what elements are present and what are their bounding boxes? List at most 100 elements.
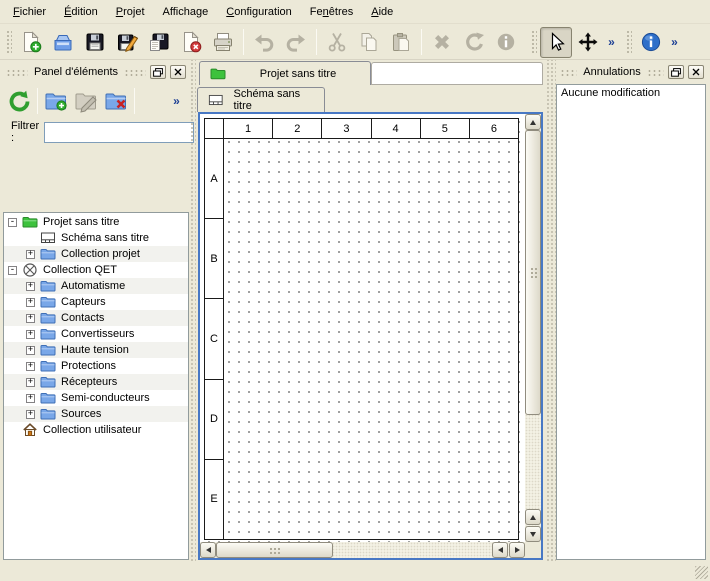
menu-edition[interactable]: Édition <box>55 2 107 22</box>
menu-fichier[interactable]: Fichier <box>4 2 55 22</box>
select-mode-button[interactable] <box>540 27 572 58</box>
reload-collections-button[interactable] <box>4 86 34 116</box>
window-resize-grip[interactable] <box>695 566 708 579</box>
tree-item-capteurs[interactable]: + Capteurs <box>4 294 188 310</box>
tree-item-collection-projet[interactable]: + Collection projet <box>4 246 188 262</box>
toolbar-drag-handle[interactable] <box>625 29 632 55</box>
undo-icon <box>253 31 275 53</box>
vertical-scrollbar[interactable] <box>525 114 541 542</box>
scroll-down-button[interactable] <box>525 526 541 542</box>
grid-column-header: 5 <box>421 119 470 138</box>
expander-collapsed-icon[interactable]: + <box>26 330 35 339</box>
arrow-up-icon <box>530 120 536 125</box>
tree-item-contacts[interactable]: + Contacts <box>4 310 188 326</box>
cut-button[interactable] <box>321 27 353 58</box>
edit-category-button[interactable] <box>71 86 101 116</box>
expander-collapsed-icon[interactable]: + <box>26 394 35 403</box>
project-tab-label: Projet sans titre <box>236 68 360 80</box>
undo-panel-header[interactable]: Annulations <box>558 62 706 82</box>
information-button[interactable] <box>635 27 667 58</box>
print-button[interactable] <box>207 27 239 58</box>
undo-history-list[interactable]: Aucune modification <box>556 84 706 560</box>
close-file-button[interactable] <box>175 27 207 58</box>
copy-button[interactable] <box>353 27 385 58</box>
undo-list-item[interactable]: Aucune modification <box>557 85 705 101</box>
toolbar-drag-handle[interactable] <box>5 29 12 55</box>
undo-button[interactable] <box>248 27 280 58</box>
schema-canvas[interactable]: 1 2 3 4 5 6 A B C D E <box>200 114 525 542</box>
close-icon <box>174 68 182 76</box>
right-splitter-handle[interactable] <box>545 60 556 561</box>
new-project-button[interactable] <box>15 27 47 58</box>
tree-item-collection-utilisateur[interactable]: Collection utilisateur <box>4 422 188 438</box>
tree-item-haute-tension[interactable]: + Haute tension <box>4 342 188 358</box>
scroll-left-button[interactable] <box>200 542 216 558</box>
tree-item-collection-qet[interactable]: - Collection QET <box>4 262 188 278</box>
panel-overflow-chevron[interactable]: » <box>169 87 184 115</box>
open-project-button[interactable] <box>47 27 79 58</box>
grid-column-header: 6 <box>470 119 518 138</box>
dock-close-button[interactable] <box>170 65 186 79</box>
toolbar-overflow-chevron[interactable]: » <box>667 28 682 56</box>
new-category-button[interactable] <box>41 86 71 116</box>
menu-fenetres[interactable]: Fenêtres <box>301 2 362 22</box>
grid-column-header: 4 <box>372 119 421 138</box>
horizontal-scrollbar-thumb[interactable] <box>216 542 333 558</box>
left-splitter-handle[interactable] <box>189 60 196 561</box>
tree-item-convertisseurs[interactable]: + Convertisseurs <box>4 326 188 342</box>
tree-item-recepteurs[interactable]: + Récepteurs <box>4 374 188 390</box>
expander-collapsed-icon[interactable]: + <box>26 282 35 291</box>
paste-button[interactable] <box>385 27 417 58</box>
menu-projet[interactable]: Projet <box>107 2 154 22</box>
expander-expanded-icon[interactable]: - <box>8 266 17 275</box>
folder-icon <box>40 294 56 310</box>
properties-button[interactable] <box>490 27 522 58</box>
expander-collapsed-icon[interactable]: + <box>26 298 35 307</box>
elements-tree[interactable]: - Projet sans titre Schéma sans titre + … <box>3 212 189 560</box>
tree-item-semi-conducteurs[interactable]: + Semi-conducteurs <box>4 390 188 406</box>
elements-panel-header[interactable]: Panel d'éléments <box>4 62 188 82</box>
save-button[interactable] <box>79 27 111 58</box>
expander-collapsed-icon[interactable]: + <box>26 314 35 323</box>
cursor-arrow-icon <box>545 31 567 53</box>
delete-button[interactable] <box>426 27 458 58</box>
tab-schema-sans-titre[interactable]: Schéma sans titre <box>197 87 325 112</box>
menu-configuration[interactable]: Configuration <box>217 2 301 22</box>
folder-edit-disabled-icon <box>74 89 98 113</box>
menu-affichage[interactable]: Affichage <box>154 2 218 22</box>
rotate-button[interactable] <box>458 27 490 58</box>
horizontal-scrollbar[interactable] <box>200 542 525 558</box>
tree-item-sources[interactable]: + Sources <box>4 406 188 422</box>
dock-float-button[interactable] <box>668 65 684 79</box>
tree-item-automatisme[interactable]: + Automatisme <box>4 278 188 294</box>
vertical-scrollbar-thumb[interactable] <box>525 130 541 415</box>
tab-projet-sans-titre[interactable]: Projet sans titre <box>199 61 371 85</box>
tree-item-projet-sans-titre[interactable]: - Projet sans titre <box>4 214 188 230</box>
filter-input[interactable] <box>44 122 194 143</box>
toolbar-overflow-chevron[interactable]: » <box>604 28 619 56</box>
grid-row-label: B <box>205 219 223 299</box>
expander-collapsed-icon[interactable]: + <box>26 378 35 387</box>
toolbar-drag-handle[interactable] <box>530 29 537 55</box>
expander-collapsed-icon[interactable]: + <box>26 250 35 259</box>
save-as-button[interactable] <box>111 27 143 58</box>
expander-collapsed-icon[interactable]: + <box>26 410 35 419</box>
scroll-up-button[interactable] <box>525 114 541 130</box>
move-mode-button[interactable] <box>572 27 604 58</box>
scroll-left-button-2[interactable] <box>492 542 508 558</box>
tree-item-schema-sans-titre[interactable]: Schéma sans titre <box>4 230 188 246</box>
redo-button[interactable] <box>280 27 312 58</box>
menu-aide[interactable]: Aide <box>362 2 402 22</box>
expander-collapsed-icon[interactable]: + <box>26 362 35 371</box>
dock-float-button[interactable] <box>150 65 166 79</box>
scroll-up-button-2[interactable] <box>525 509 541 525</box>
scroll-right-button[interactable] <box>509 542 525 558</box>
save-all-button[interactable] <box>143 27 175 58</box>
tree-item-protections[interactable]: + Protections <box>4 358 188 374</box>
dock-close-button[interactable] <box>688 65 704 79</box>
expander-expanded-icon[interactable]: - <box>8 218 17 227</box>
empty-tab-area <box>371 62 543 85</box>
arrow-right-icon <box>515 547 520 553</box>
delete-category-button[interactable] <box>101 86 131 116</box>
expander-collapsed-icon[interactable]: + <box>26 346 35 355</box>
